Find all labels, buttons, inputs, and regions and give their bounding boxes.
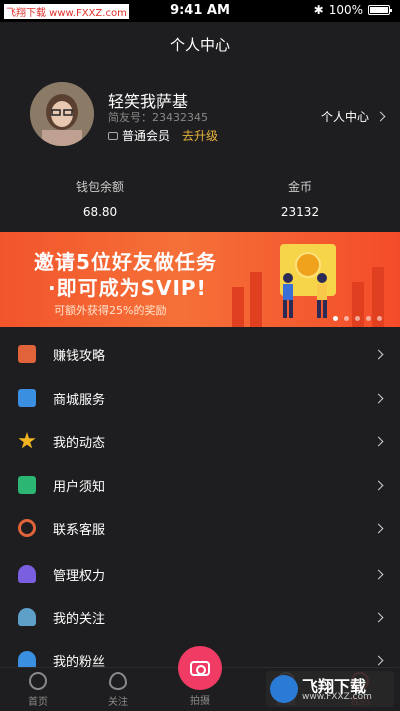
chevron-right-icon bbox=[375, 111, 386, 122]
wallet-stat[interactable]: 钱包余额 68.80 bbox=[40, 178, 160, 219]
tab-bar: 首页 关注 拍摄 商城 我的 飞翔下载 www.FXXZ.com bbox=[0, 646, 400, 711]
wallet-label: 钱包余额 bbox=[75, 180, 124, 194]
chevron-right-icon bbox=[373, 349, 384, 359]
upgrade-link[interactable]: 去升级 bbox=[182, 127, 218, 144]
banner-line3: 可额外获得25%的奖励 bbox=[54, 304, 167, 317]
bluetooth-icon: ✱ bbox=[313, 3, 324, 17]
tab-home[interactable]: 首页 bbox=[8, 672, 68, 708]
promo-banner[interactable]: 邀请5位好友做任务 ·即可成为SVIP! 可额外获得25%的奖励 bbox=[0, 232, 400, 327]
money-bag-icon bbox=[18, 345, 36, 363]
banner-page-dot[interactable] bbox=[366, 316, 371, 321]
watermark-small: www.FXXZ.com bbox=[302, 692, 372, 702]
banner-page-dot[interactable] bbox=[377, 316, 382, 321]
banner-page-dot[interactable] bbox=[344, 316, 349, 321]
camera-icon bbox=[190, 660, 210, 676]
heart-icon bbox=[109, 672, 127, 690]
menu-label: 联系客服 bbox=[53, 522, 106, 538]
coins-stat[interactable]: 金币 23132 bbox=[240, 178, 360, 219]
menu-label: 我的关注 bbox=[53, 611, 106, 627]
banner-pagination[interactable] bbox=[333, 316, 382, 321]
celebration-figures bbox=[283, 273, 327, 318]
battery-percent: 100% bbox=[328, 3, 363, 17]
user-star-icon bbox=[18, 608, 36, 626]
star-icon bbox=[18, 432, 36, 449]
menu-label: 用户须知 bbox=[53, 479, 106, 495]
chevron-right-icon bbox=[373, 655, 384, 665]
coins-label: 金币 bbox=[287, 180, 312, 194]
menu-item-my-follows[interactable]: 我的关注 bbox=[0, 595, 400, 639]
chevron-right-icon bbox=[373, 480, 384, 490]
tab-follow-label: 关注 bbox=[108, 697, 128, 708]
chevron-right-icon bbox=[373, 393, 384, 403]
profile-center-link[interactable]: 个人中心 bbox=[320, 108, 386, 125]
member-row: 普通会员 去升级 bbox=[108, 127, 218, 144]
menu-item-mall-service[interactable]: 商城服务 bbox=[0, 376, 400, 420]
battery-icon bbox=[368, 5, 392, 15]
banner-line1: 邀请5位好友做任务 bbox=[34, 250, 217, 274]
home-icon bbox=[29, 672, 47, 690]
menu-item-customer-service[interactable]: 联系客服 bbox=[0, 506, 400, 550]
avatar[interactable] bbox=[30, 82, 94, 146]
user-id: 简友号：23432345 bbox=[108, 111, 208, 124]
menu-label: 我的动态 bbox=[53, 435, 106, 451]
banner-page-dot[interactable] bbox=[355, 316, 360, 321]
chevron-right-icon bbox=[373, 523, 384, 533]
tab-home-label: 首页 bbox=[28, 697, 48, 708]
menu-item-admin-rights[interactable]: 管理权力 bbox=[0, 552, 400, 596]
menu-label: 赚钱攻略 bbox=[53, 348, 106, 364]
tab-follow[interactable]: 关注 bbox=[88, 672, 148, 708]
coins-value: 23132 bbox=[280, 205, 320, 219]
menu-label: 管理权力 bbox=[53, 568, 106, 584]
menu-item-my-updates[interactable]: 我的动态 bbox=[0, 419, 400, 463]
stats-section: 钱包余额 68.80 金币 23132 bbox=[0, 178, 400, 219]
shopping-bag-icon bbox=[18, 389, 36, 407]
chevron-right-icon bbox=[373, 569, 384, 579]
member-level: 普通会员 bbox=[122, 129, 171, 143]
shoot-button[interactable] bbox=[178, 646, 222, 690]
menu-item-earn-guide[interactable]: 赚钱攻略 bbox=[0, 332, 400, 376]
profile-section: 轻笑我萨基 简友号：23432345 普通会员 去升级 个人中心 bbox=[0, 82, 400, 152]
users-icon bbox=[18, 565, 36, 583]
diamond-icon bbox=[108, 131, 118, 140]
document-icon bbox=[18, 476, 36, 494]
status-bar: 飞翔下载 www.FXXZ.com 9:41 AM ✱ 100% bbox=[0, 0, 400, 22]
watermark-badge: 飞翔下载 www.FXXZ.com bbox=[266, 671, 394, 707]
wallet-value: 68.80 bbox=[82, 205, 118, 219]
status-right: ✱ 100% bbox=[313, 3, 392, 17]
banner-line2: ·即可成为SVIP! bbox=[48, 276, 207, 300]
profile-center-label: 个人中心 bbox=[320, 110, 369, 124]
page-title: 个人中心 bbox=[169, 36, 230, 54]
avatar-image bbox=[30, 82, 94, 146]
watermark-logo-icon bbox=[270, 675, 298, 703]
tab-shoot-label: 拍摄 bbox=[190, 696, 210, 707]
menu-label: 商城服务 bbox=[53, 392, 106, 408]
menu-item-user-notice[interactable]: 用户须知 bbox=[0, 463, 400, 507]
chevron-right-icon bbox=[373, 612, 384, 622]
headset-icon bbox=[18, 519, 36, 537]
chevron-right-icon bbox=[373, 436, 384, 446]
banner-page-dot[interactable] bbox=[333, 316, 338, 321]
